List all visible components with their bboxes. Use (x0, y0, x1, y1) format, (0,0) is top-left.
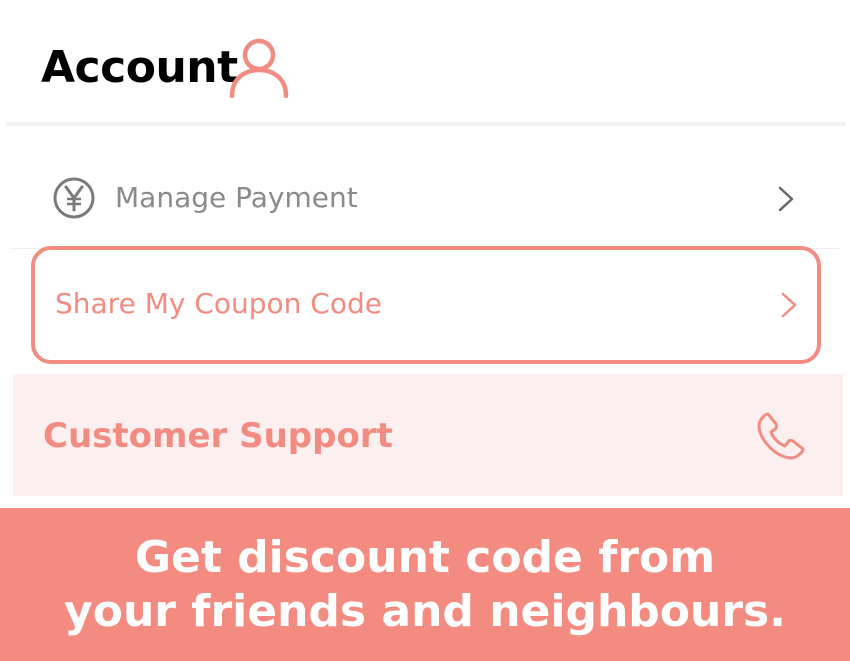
manage-payment-row[interactable]: Manage Payment (10, 152, 840, 248)
phone-icon[interactable] (753, 408, 809, 464)
promo-banner: Get discount code from your friends and … (0, 508, 850, 661)
header: Account (0, 0, 850, 126)
manage-payment-label: Manage Payment (115, 181, 358, 214)
page-title: Account (41, 42, 238, 93)
yen-icon (53, 177, 95, 219)
chevron-right-icon (778, 186, 794, 212)
account-screen: Account Manage Payment Share My Coupon C… (0, 0, 850, 661)
banner-line-1: Get discount code from (134, 531, 716, 583)
share-coupon-code-row[interactable]: Share My Coupon Code (31, 246, 821, 364)
share-coupon-code-label: Share My Coupon Code (55, 287, 382, 320)
customer-support-row[interactable]: Customer Support (13, 374, 843, 496)
chevron-right-icon (781, 292, 797, 318)
header-divider (6, 122, 846, 126)
user-icon[interactable] (228, 36, 290, 98)
banner-line-2: your friends and neighbours. (64, 585, 786, 637)
customer-support-label: Customer Support (43, 416, 393, 456)
